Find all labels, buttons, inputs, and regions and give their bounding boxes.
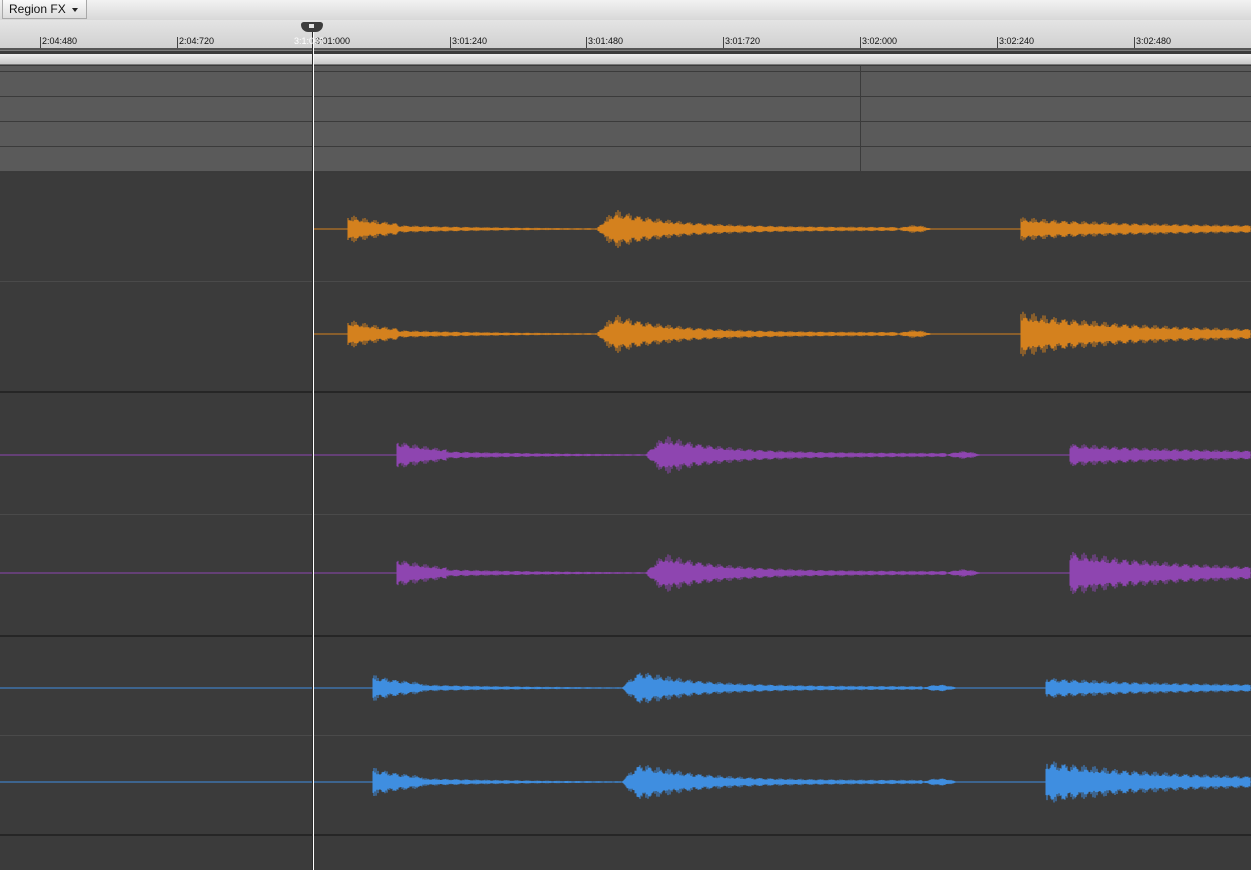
- region-fx-label: Region FX: [9, 1, 66, 16]
- playhead-handle[interactable]: [301, 22, 323, 32]
- ruler-tick-label: 3:02:240: [999, 36, 1035, 46]
- ruler-tick: [723, 37, 724, 48]
- ruler-tick: [860, 37, 861, 48]
- grid-line: [860, 66, 861, 172]
- ruler-separator: [0, 54, 1251, 65]
- ruler-tick-label: 3:02:480: [1136, 36, 1172, 46]
- audio-track-orange[interactable]: [0, 173, 1251, 393]
- ruler-tick-label: 3:02:000: [862, 36, 898, 46]
- lane-divider: [0, 171, 1251, 172]
- ruler-tick: [586, 37, 587, 48]
- ruler-tick: [177, 37, 178, 48]
- lane-divider: [0, 96, 1251, 97]
- waveform-channel: [372, 761, 1251, 803]
- waveform-channel: [396, 552, 1251, 594]
- ruler-tick: [1134, 37, 1135, 48]
- waveform-channel: [372, 672, 1251, 704]
- ruler-tick: [450, 37, 451, 48]
- lane-divider: [0, 71, 1251, 72]
- audio-track-purple[interactable]: [0, 393, 1251, 637]
- lane-divider: [0, 146, 1251, 147]
- chevron-down-icon: [71, 7, 78, 12]
- ruler-tick: [40, 37, 41, 48]
- waveform-channel: [396, 436, 1251, 474]
- waveform-channel: [347, 311, 1251, 357]
- audio-track-blue[interactable]: [0, 637, 1251, 836]
- ruler-tick-label: 2:04:480: [42, 36, 78, 46]
- time-ruler[interactable]: 2:04:480 2:04:720 3:01:000 3:01:240 3:01…: [0, 20, 1251, 51]
- automation-lanes[interactable]: [0, 66, 1251, 172]
- waveform-purple: [0, 436, 1251, 594]
- waveform-blue: [0, 672, 1251, 803]
- ruler-tick-label: 2:04:720: [179, 36, 215, 46]
- lane-divider: [0, 121, 1251, 122]
- region-fx-dropdown[interactable]: Region FX: [2, 0, 87, 19]
- playhead-line[interactable]: [312, 30, 314, 870]
- waveform-channel: [347, 210, 1251, 248]
- empty-track-area: [0, 836, 1251, 870]
- ruler-tick-label: 3:01:480: [588, 36, 624, 46]
- ruler-tick-label: 3:01:240: [452, 36, 488, 46]
- ruler-tick-label: 3:01:720: [725, 36, 761, 46]
- ruler-baseline: [0, 48, 1251, 50]
- waveform-orange: [312, 210, 1251, 357]
- top-toolbar: Region FX: [0, 0, 1251, 21]
- ruler-tick: [997, 37, 998, 48]
- playhead-time-label: 3:1:000: [294, 36, 325, 46]
